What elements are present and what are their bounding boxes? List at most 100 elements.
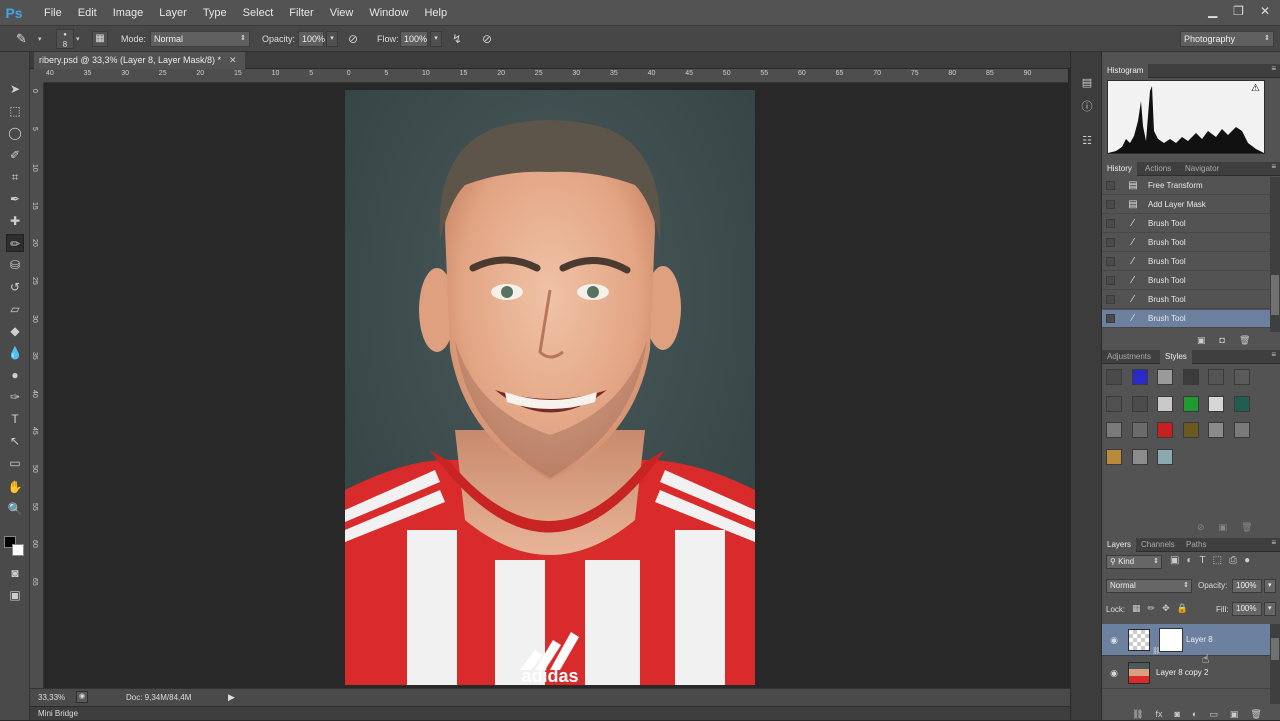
layer-row-selected[interactable]: ◉ ⛓ Layer 8 <box>1102 624 1270 656</box>
opacity-dropdown-icon[interactable]: ▾ <box>326 31 338 47</box>
healing-brush-tool-icon[interactable]: ✚ <box>6 212 24 230</box>
portrait-photo[interactable]: adidas <box>345 90 755 685</box>
eraser-tool-icon[interactable]: ▱ <box>6 300 24 318</box>
style-swatch[interactable] <box>1106 395 1122 412</box>
snapshot-checkbox[interactable] <box>1106 219 1115 228</box>
tab-adjustments[interactable]: Adjustments <box>1102 350 1156 364</box>
workspace-switcher[interactable]: Photography ⇕ <box>1180 31 1274 47</box>
style-swatch[interactable] <box>1106 422 1122 438</box>
move-tool-icon[interactable]: ➤ <box>6 80 24 98</box>
history-item[interactable]: ⁄ Brush Tool <box>1102 272 1270 290</box>
preset-dropdown-icon[interactable]: ▾ <box>38 35 42 43</box>
history-item-selected[interactable]: ⁄ Brush Tool <box>1102 310 1270 328</box>
layer-opacity-input[interactable]: 100% <box>1232 579 1262 593</box>
style-swatch[interactable] <box>1233 369 1250 385</box>
panel-menu-icon[interactable]: ≡ <box>1271 538 1276 547</box>
style-swatch[interactable] <box>1131 369 1148 385</box>
style-swatch[interactable] <box>1131 448 1148 465</box>
type-filter-icon[interactable]: T <box>1200 555 1206 566</box>
eyedropper-tool-icon[interactable]: ✒ <box>6 190 24 208</box>
lock-transparent-icon[interactable]: ▦ <box>1132 603 1141 614</box>
paint-bucket-tool-icon[interactable]: ◆ <box>6 322 24 340</box>
pressure-size-icon[interactable]: ⊘ <box>482 32 492 46</box>
style-swatch[interactable] <box>1182 422 1199 438</box>
layers-scrollbar[interactable] <box>1270 624 1280 704</box>
properties-panel-icon[interactable]: ☷ <box>1080 134 1094 148</box>
brush-preset-icon[interactable]: ✎ <box>16 31 27 47</box>
mode-select[interactable]: Normal ⇕ <box>150 31 250 47</box>
lock-all-icon[interactable]: 🔒 <box>1177 603 1188 614</box>
style-swatch[interactable] <box>1182 369 1199 385</box>
new-document-from-state-icon[interactable]: ▣ <box>1197 335 1206 346</box>
tab-histogram[interactable]: Histogram <box>1102 64 1149 78</box>
screen-mode-icon[interactable]: ▣ <box>6 586 24 604</box>
eye-icon[interactable]: ◉ <box>1108 624 1120 656</box>
blur-tool-icon[interactable]: 💧 <box>6 344 24 362</box>
pen-tool-icon[interactable]: ✑ <box>6 388 24 406</box>
style-swatch[interactable] <box>1157 422 1173 438</box>
trash-icon[interactable]: 🗑 <box>1250 709 1261 720</box>
lock-pixels-icon[interactable]: ✏ <box>1148 603 1156 614</box>
status-options-icon[interactable]: ◉ <box>76 691 88 703</box>
link-layers-icon[interactable]: ⛓ <box>1132 709 1143 720</box>
menu-type[interactable]: Type <box>195 0 235 26</box>
style-swatch[interactable] <box>1131 395 1148 412</box>
document-tab[interactable]: ribery.psd @ 33,3% (Layer 8, Layer Mask/… <box>34 52 245 69</box>
style-swatch[interactable] <box>1157 369 1173 385</box>
tab-paths[interactable]: Paths <box>1181 538 1211 552</box>
clone-stamp-tool-icon[interactable]: ⛁ <box>6 256 24 274</box>
eye-icon[interactable]: ◉ <box>1108 657 1120 689</box>
shape-tool-icon[interactable]: ▭ <box>6 454 24 472</box>
crop-tool-icon[interactable]: ⌗ <box>6 168 24 186</box>
menu-filter[interactable]: Filter <box>281 0 321 26</box>
tab-actions[interactable]: Actions <box>1140 162 1176 176</box>
layer-name[interactable]: Layer 8 copy 2 <box>1156 657 1208 689</box>
blend-mode-select[interactable]: Normal ⇕ <box>1106 579 1192 593</box>
lasso-tool-icon[interactable]: ◯ <box>6 124 24 142</box>
add-mask-icon[interactable]: ◙ <box>1174 709 1179 720</box>
snapshot-camera-icon[interactable]: ◘ <box>1220 335 1225 346</box>
menu-image[interactable]: Image <box>105 0 152 26</box>
flow-dropdown-icon[interactable]: ▾ <box>430 31 442 47</box>
tab-styles[interactable]: Styles <box>1160 350 1192 364</box>
quick-mask-icon[interactable]: ◙ <box>6 564 24 582</box>
marquee-tool-icon[interactable]: ⬚ <box>6 102 24 120</box>
brush-size-picker[interactable]: ● 8 <box>56 29 74 49</box>
tab-layers[interactable]: Layers <box>1102 538 1137 552</box>
new-style-icon[interactable]: ▣ <box>1219 522 1228 533</box>
trash-icon[interactable]: 🗑 <box>1241 522 1252 533</box>
new-group-icon[interactable]: ▭ <box>1209 709 1218 720</box>
cache-warning-icon[interactable]: ⚠ <box>1251 83 1260 94</box>
adjustment-filter-icon[interactable]: ◐ <box>1186 555 1192 566</box>
chevron-down-icon[interactable]: ▾ <box>76 35 80 43</box>
history-item[interactable]: ⁄ Brush Tool <box>1102 234 1270 252</box>
zoom-tool-icon[interactable]: 🔍 <box>6 500 24 518</box>
layer-style-fx-icon[interactable]: fx <box>1155 709 1162 720</box>
menu-select[interactable]: Select <box>235 0 282 26</box>
history-item[interactable]: ▤ Free Transform <box>1102 177 1270 195</box>
tab-history[interactable]: History <box>1102 162 1137 176</box>
layer-filter-select[interactable]: ⚲ Kind ⇕ <box>1106 555 1162 569</box>
history-item[interactable]: ⁄ Brush Tool <box>1102 291 1270 309</box>
fill-input[interactable]: 100% <box>1232 602 1262 616</box>
path-selection-tool-icon[interactable]: ↖ <box>6 432 24 450</box>
snapshot-checkbox[interactable] <box>1106 314 1115 323</box>
style-swatch[interactable] <box>1233 395 1250 412</box>
filter-toggle-icon[interactable]: ● <box>1244 555 1250 566</box>
fill-dropdown-icon[interactable]: ▾ <box>1264 602 1276 616</box>
menu-edit[interactable]: Edit <box>70 0 105 26</box>
smart-object-filter-icon[interactable]: ⎙ <box>1229 555 1237 566</box>
menu-view[interactable]: View <box>322 0 362 26</box>
quick-select-tool-icon[interactable]: ✐ <box>6 146 24 164</box>
zoom-level[interactable]: 33,33% <box>38 693 65 702</box>
history-item[interactable]: ⁄ Brush Tool <box>1102 215 1270 233</box>
history-brush-tool-icon[interactable]: ↺ <box>6 278 24 296</box>
lock-position-icon[interactable]: ✥ <box>1162 603 1170 614</box>
menu-help[interactable]: Help <box>416 0 455 26</box>
menu-window[interactable]: Window <box>361 0 416 26</box>
panel-menu-icon[interactable]: ≡ <box>1271 64 1276 73</box>
style-swatch[interactable] <box>1131 422 1148 438</box>
panel-menu-icon[interactable]: ≡ <box>1271 162 1276 171</box>
style-swatch[interactable] <box>1157 448 1173 465</box>
style-swatch[interactable] <box>1182 395 1199 412</box>
